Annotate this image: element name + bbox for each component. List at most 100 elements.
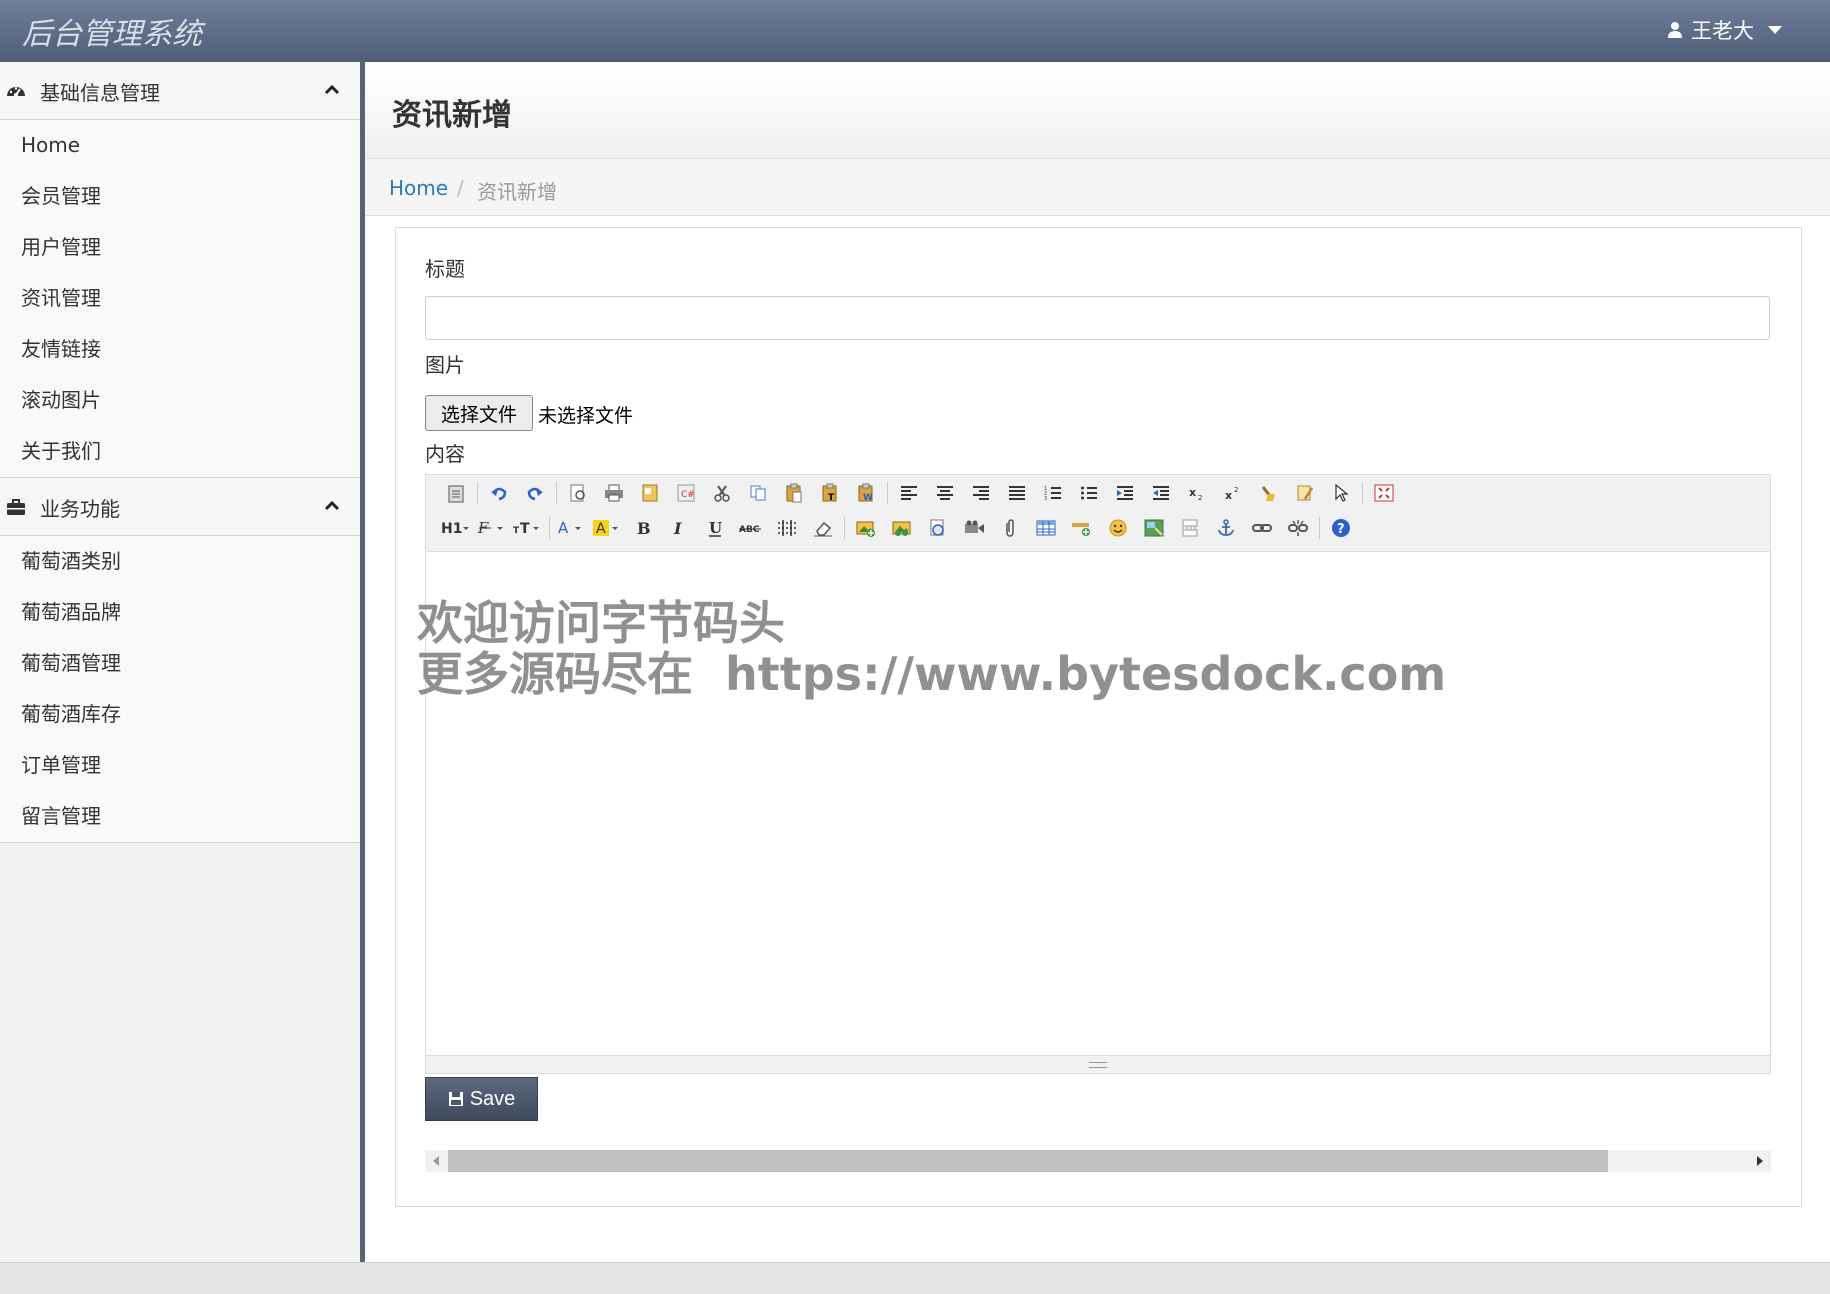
table-icon[interactable] (1028, 514, 1064, 542)
clear-html-icon[interactable] (1251, 479, 1287, 507)
sidebar-group-basic-info[interactable]: 基础信息管理 (0, 62, 360, 120)
link-icon[interactable] (1244, 514, 1280, 542)
align-right-icon[interactable] (963, 479, 999, 507)
sidebar-item-users[interactable]: 用户管理 (0, 222, 360, 273)
media-icon[interactable] (956, 514, 992, 542)
ordered-list-icon[interactable]: 123 (1035, 479, 1071, 507)
user-icon (1668, 22, 1682, 38)
breadcrumb: Home / 资讯新增 (365, 159, 1830, 216)
file-status: 未选择文件 (538, 405, 634, 427)
editor-toolbar: C# T W 123 x2 x2 H1 F T T A A B I U ABC … (426, 475, 1770, 552)
page-header: 资讯新增 (365, 62, 1830, 159)
italic-icon[interactable]: I (661, 514, 697, 542)
print-icon[interactable] (596, 479, 632, 507)
about-icon[interactable]: ? (1323, 514, 1359, 542)
toolbar-separator (844, 517, 845, 539)
attachment-icon[interactable] (992, 514, 1028, 542)
paste-word-icon[interactable]: W (848, 479, 884, 507)
cut-icon[interactable] (704, 479, 740, 507)
fullscreen-icon[interactable] (1366, 479, 1402, 507)
source-icon[interactable] (438, 479, 474, 507)
sidebar-group-title: 基础信息管理 (40, 81, 160, 105)
baidu-map-icon[interactable] (1136, 514, 1172, 542)
news-form-panel: 标题 图片 选择文件 未选择文件 内容 C# T W 1 2 3 x 2 x 2… (395, 227, 1802, 1207)
sidebar-item-wine-brand[interactable]: 葡萄酒品牌 (0, 587, 360, 638)
highlight-color-icon[interactable]: A (589, 514, 625, 542)
scroll-left-arrow-icon[interactable] (433, 1156, 439, 1166)
superscript-icon[interactable]: x2 (1215, 479, 1251, 507)
sidebar-item-links[interactable]: 友情链接 (0, 324, 360, 375)
preview-icon[interactable] (560, 479, 596, 507)
quick-format-icon[interactable] (1287, 479, 1323, 507)
unlink-icon[interactable] (1280, 514, 1316, 542)
anchor-icon[interactable] (1208, 514, 1244, 542)
save-button[interactable]: Save (425, 1077, 538, 1121)
sidebar-item-news[interactable]: 资讯管理 (0, 273, 360, 324)
sidebar-item-wine-management[interactable]: 葡萄酒管理 (0, 638, 360, 689)
strikethrough-icon[interactable]: ABC (733, 514, 769, 542)
breadcrumb-home-link[interactable]: Home (389, 176, 448, 200)
page-break-icon[interactable] (1172, 514, 1208, 542)
toolbar-separator (1319, 517, 1320, 539)
horizontal-rule-icon[interactable] (1064, 514, 1100, 542)
flash-icon[interactable] (920, 514, 956, 542)
remove-format-icon[interactable] (805, 514, 841, 542)
code-icon[interactable]: C# (668, 479, 704, 507)
justify-icon[interactable] (999, 479, 1035, 507)
scrollbar-thumb[interactable] (448, 1150, 1608, 1172)
toolbar-separator (887, 482, 888, 504)
sidebar-group-business[interactable]: 业务功能 (0, 478, 360, 536)
font-size-icon[interactable]: TT (510, 514, 546, 542)
bold-icon[interactable]: B (625, 514, 661, 542)
select-all-icon[interactable] (1323, 479, 1359, 507)
line-height-icon[interactable] (769, 514, 805, 542)
fore-color-icon[interactable]: A (553, 514, 589, 542)
svg-text:2: 2 (1198, 494, 1202, 501)
sidebar-item-messages[interactable]: 留言管理 (0, 791, 360, 842)
svg-text:B: B (637, 519, 651, 537)
image-icon[interactable] (848, 514, 884, 542)
svg-text:U: U (709, 519, 722, 537)
sidebar-item-members[interactable]: 会员管理 (0, 171, 360, 222)
caret-down-icon (1768, 26, 1782, 34)
user-menu[interactable]: 王老大 (1667, 15, 1782, 45)
redo-icon[interactable] (517, 479, 553, 507)
multi-image-icon[interactable] (884, 514, 920, 542)
toolbar-separator (1362, 482, 1363, 504)
sidebar-group-title: 业务功能 (40, 497, 120, 521)
sidebar-item-home[interactable]: Home (0, 120, 360, 171)
heading-icon[interactable]: H1 (438, 514, 474, 542)
align-left-icon[interactable] (891, 479, 927, 507)
sidebar-item-orders[interactable]: 订单管理 (0, 740, 360, 791)
template-icon[interactable] (632, 479, 668, 507)
sidebar-item-carousel[interactable]: 滚动图片 (0, 375, 360, 426)
copy-icon[interactable] (740, 479, 776, 507)
editor-resize-handle[interactable] (426, 1055, 1770, 1073)
scroll-right-arrow-icon[interactable] (1757, 1156, 1763, 1166)
subscript-icon[interactable]: x2 (1179, 479, 1215, 507)
title-input[interactable] (425, 296, 1770, 340)
undo-icon[interactable] (481, 479, 517, 507)
sidebar-item-wine-inventory[interactable]: 葡萄酒库存 (0, 689, 360, 740)
title-label: 标题 (425, 257, 465, 281)
paste-icon[interactable] (776, 479, 812, 507)
sidebar-item-wine-category[interactable]: 葡萄酒类别 (0, 536, 360, 587)
underline-icon[interactable]: U (697, 514, 733, 542)
choose-file-button[interactable]: 选择文件 (425, 395, 533, 431)
unordered-list-icon[interactable] (1071, 479, 1107, 507)
editor-toolbar-row-1: C# T W 123 x2 x2 (438, 478, 1402, 508)
font-family-icon[interactable]: F (474, 514, 510, 542)
sidebar-item-about[interactable]: 关于我们 (0, 426, 360, 477)
align-center-icon[interactable] (927, 479, 963, 507)
outdent-icon[interactable] (1143, 479, 1179, 507)
sidebar-menu-basic-info: Home 会员管理 用户管理 资讯管理 友情链接 滚动图片 关于我们 (0, 120, 360, 478)
paste-plain-icon[interactable]: T (812, 479, 848, 507)
emoticon-icon[interactable] (1100, 514, 1136, 542)
toolbar-separator (549, 517, 550, 539)
svg-text:T: T (513, 526, 520, 536)
editor-content-area[interactable] (426, 552, 1770, 1057)
page-bottom-strip (0, 1262, 1830, 1294)
horizontal-scrollbar[interactable] (425, 1150, 1771, 1172)
indent-icon[interactable] (1107, 479, 1143, 507)
svg-text:x: x (1225, 489, 1232, 501)
